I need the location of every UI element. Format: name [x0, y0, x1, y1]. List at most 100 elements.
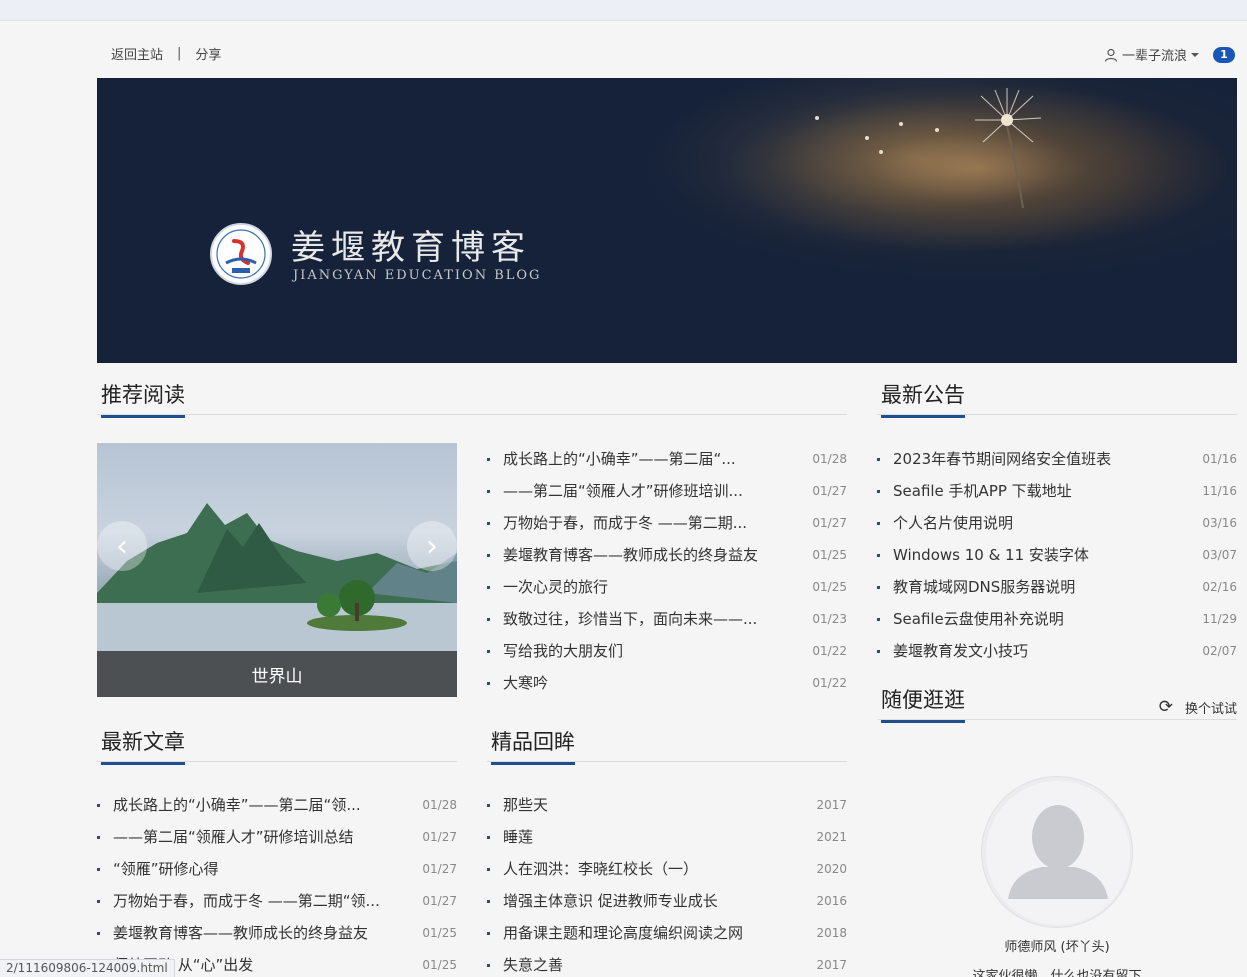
list-item[interactable]: 万物始于春，而成于冬 ——第二期... 01/27	[487, 507, 847, 539]
item-title[interactable]: 姜堰教育博客——教师成长的终身益友	[503, 539, 758, 571]
list-item[interactable]: 用备课主题和理论高度编织阅读之网 2018	[487, 917, 847, 949]
item-title[interactable]: 增强主体意识 促进教师专业成长	[503, 885, 718, 917]
item-date: 02/07	[1202, 644, 1237, 658]
item-date: 01/27	[422, 830, 457, 844]
item-date: 03/07	[1202, 548, 1237, 562]
list-item[interactable]: 一次心灵的旅行 01/25	[487, 571, 847, 603]
site-logo[interactable]	[210, 223, 272, 285]
item-title[interactable]: 教育城域网DNS服务器说明	[893, 571, 1075, 603]
item-title[interactable]: ——第二届“领雁人才”研修培训总结	[113, 821, 354, 853]
list-item[interactable]: ——第二届“领雁人才”研修班培训... 01/27	[487, 475, 847, 507]
item-title[interactable]: 成长路上的“小确幸”——第二届“...	[503, 443, 736, 475]
list-item[interactable]: “领雁”研修心得 01/27	[97, 853, 457, 885]
announcements-title: 最新公告	[881, 379, 965, 418]
user-icon	[1104, 48, 1118, 62]
item-title[interactable]: 姜堰教育博客——教师成长的终身益友	[113, 917, 368, 949]
top-bar: 返回主站 | 分享 一辈子流浪 1	[97, 44, 1237, 64]
list-item[interactable]: 写给我的大朋友们 01/22	[487, 635, 847, 667]
classics-list: 那些天 2017 睡莲 2021 人在泗洪：李晓红校长（一） 2020 增强主体意识 …	[487, 789, 847, 977]
list-item[interactable]: 个人名片使用说明 03/16	[877, 507, 1237, 539]
list-item[interactable]: 姜堰教育发文小技巧 02/07	[877, 635, 1237, 667]
banner-glow	[657, 78, 1177, 258]
username[interactable]: 一辈子流浪	[1122, 45, 1187, 64]
list-item[interactable]: 那些天 2017	[487, 789, 847, 821]
list-item[interactable]: Seafile云盘使用补充说明 11/29	[877, 603, 1237, 635]
item-title[interactable]: 一次心灵的旅行	[503, 571, 608, 603]
refresh-icon: ⟳	[1158, 697, 1173, 717]
item-date: 01/27	[812, 516, 847, 530]
item-date: 2016	[816, 894, 847, 908]
item-date: 02/16	[1202, 580, 1237, 594]
list-item[interactable]: 姜堰教育博客——教师成长的终身益友 01/25	[487, 539, 847, 571]
item-date: 01/27	[422, 862, 457, 876]
item-title[interactable]: 致敬过往，珍惜当下，面向未来——...	[503, 603, 757, 635]
item-date: 01/23	[812, 612, 847, 626]
item-title[interactable]: 睡莲	[503, 821, 533, 853]
refresh-button[interactable]: ⟳ 换个试试	[1159, 697, 1237, 717]
item-title[interactable]: Windows 10 & 11 安装字体	[893, 539, 1089, 571]
banner-title: 姜堰教育博客	[291, 228, 531, 268]
list-item[interactable]: 2023年春节期间网络安全值班表 01/16	[877, 443, 1237, 475]
slider-prev-button[interactable]: ‹	[97, 521, 147, 571]
image-slider[interactable]: ‹ › 世界山	[97, 443, 457, 697]
item-date: 01/27	[422, 894, 457, 908]
item-title[interactable]: 万物始于春，而成于冬 ——第二期“领...	[113, 885, 380, 917]
list-item[interactable]: 人在泗洪：李晓红校长（一） 2020	[487, 853, 847, 885]
list-item[interactable]: 姜堰教育博客——教师成长的终身益友 01/25	[97, 917, 457, 949]
item-title[interactable]: 个人名片使用说明	[893, 507, 1013, 539]
item-title[interactable]: Seafile云盘使用补充说明	[893, 603, 1064, 635]
slide-caption[interactable]: 世界山	[97, 651, 457, 697]
list-item[interactable]: Windows 10 & 11 安装字体 03/07	[877, 539, 1237, 571]
list-item[interactable]: Seafile 手机APP 下载地址 11/16	[877, 475, 1237, 507]
list-item[interactable]: 致敬过往，珍惜当下，面向未来——... 01/23	[487, 603, 847, 635]
chevron-down-icon[interactable]	[1191, 52, 1199, 57]
item-title[interactable]: 姜堰教育发文小技巧	[893, 635, 1028, 667]
list-item[interactable]: 失意之善 2017	[487, 949, 847, 977]
top-divider: |	[177, 46, 182, 61]
classics-title: 精品回眸	[491, 726, 575, 765]
item-title[interactable]: Seafile 手机APP 下载地址	[893, 475, 1072, 507]
item-title[interactable]: 失意之善	[503, 949, 563, 977]
list-item[interactable]: 增强主体意识 促进教师专业成长 2016	[487, 885, 847, 917]
item-date: 2021	[816, 830, 847, 844]
list-item[interactable]: 睡莲 2021	[487, 821, 847, 853]
item-date: 01/25	[422, 926, 457, 940]
list-item[interactable]: 万物始于春，而成于冬 ——第二期“领... 01/27	[97, 885, 457, 917]
avatar[interactable]	[981, 776, 1133, 928]
announcements-list: 2023年春节期间网络安全值班表 01/16 Seafile 手机APP 下载地址…	[877, 443, 1237, 667]
share-link[interactable]: 分享	[195, 44, 221, 63]
slider-next-button[interactable]: ›	[407, 521, 457, 571]
recommended-title: 推荐阅读	[101, 379, 185, 418]
notification-badge[interactable]: 1	[1213, 46, 1235, 63]
announcements-header: 最新公告	[877, 379, 1237, 418]
home-link[interactable]: 返回主站	[111, 44, 163, 63]
item-date: 2017	[816, 798, 847, 812]
chevron-right-icon: ›	[426, 528, 438, 564]
item-title[interactable]: 人在泗洪：李晓红校长（一）	[503, 853, 698, 885]
dandelion-icon	[975, 88, 1042, 209]
list-item[interactable]: 大寒吟 01/22	[487, 667, 847, 699]
browser-toolbar-strip	[0, 0, 1247, 21]
item-title[interactable]: 成长路上的“小确幸”——第二届“领...	[113, 789, 361, 821]
author-description: 这家伙很懒，什么也没有留下	[972, 969, 1142, 977]
item-title[interactable]: ——第二届“领雁人才”研修班培训...	[503, 475, 743, 507]
item-title[interactable]: “领雁”研修心得	[113, 853, 219, 885]
chevron-left-icon: ‹	[116, 528, 128, 564]
item-date: 03/16	[1202, 516, 1237, 530]
item-date: 01/28	[812, 452, 847, 466]
item-title[interactable]: 2023年春节期间网络安全值班表	[893, 443, 1111, 475]
list-item[interactable]: 成长路上的“小确幸”——第二届“... 01/28	[487, 443, 847, 475]
item-title[interactable]: 那些天	[503, 789, 548, 821]
site-banner: 姜堰教育博客 JIANGYAN EDUCATION BLOG	[97, 78, 1237, 363]
list-item[interactable]: 教育城域网DNS服务器说明 02/16	[877, 571, 1237, 603]
list-item[interactable]: ——第二届“领雁人才”研修培训总结 01/27	[97, 821, 457, 853]
item-title[interactable]: 万物始于春，而成于冬 ——第二期...	[503, 507, 747, 539]
item-title[interactable]: 大寒吟	[503, 667, 548, 699]
item-title[interactable]: 写给我的大朋友们	[503, 635, 623, 667]
author-name[interactable]: 师德师风 (坏丫头)	[877, 936, 1237, 955]
item-title[interactable]: 用备课主题和理论高度编织阅读之网	[503, 917, 743, 949]
item-date: 01/25	[812, 580, 847, 594]
status-bar-url: 2/111609806-124009.html	[0, 959, 175, 977]
item-date: 2018	[816, 926, 847, 940]
list-item[interactable]: 成长路上的“小确幸”——第二届“领... 01/28	[97, 789, 457, 821]
